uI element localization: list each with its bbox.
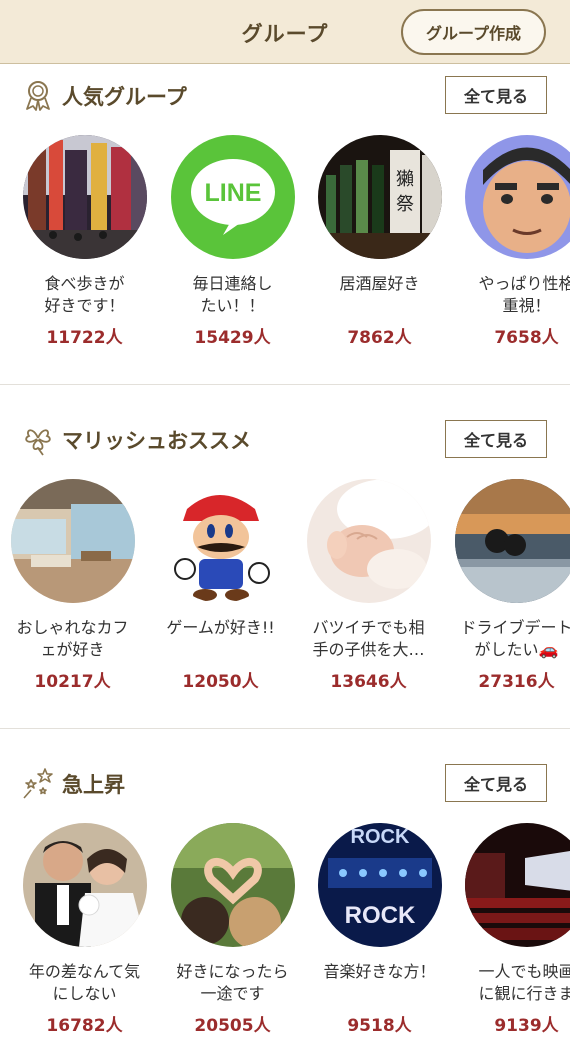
section-header: マリッシュおススメ 全て見る xyxy=(0,414,570,464)
group-name: やっぱり性格 重視！ xyxy=(478,274,570,315)
member-count: 10217人 xyxy=(34,672,111,692)
clover-icon xyxy=(25,429,51,456)
wedding-couple-image xyxy=(22,823,147,947)
member-count: 13646人 xyxy=(330,672,407,692)
cartoon-face-image xyxy=(464,135,570,259)
group-name: 居酒屋好き xyxy=(339,274,420,293)
group-card[interactable]: LINE 毎日連絡し たい！！ 15429人 xyxy=(160,135,305,348)
see-all-button[interactable]: 全て見る xyxy=(445,76,547,114)
section-trending: 急上昇 全て見る 年の差なんて気 にしない 16782人 好きになったら 一途で… xyxy=(0,758,570,1041)
cinema-image xyxy=(464,823,570,947)
section-header: 人気グループ 全て見る xyxy=(0,70,570,120)
group-name: 食べ歩きが 好きです！ xyxy=(44,274,125,315)
group-name: 毎日連絡し たい！！ xyxy=(192,274,273,315)
group-card[interactable]: ゲームが好き!! 12050人 xyxy=(148,479,293,692)
see-all-button[interactable]: 全て見る xyxy=(445,764,547,802)
line-logo-image: LINE xyxy=(170,135,295,259)
cafe-terrace-image xyxy=(10,479,135,603)
city-street-image xyxy=(22,135,147,259)
group-name: 好きになったら 一途です xyxy=(176,962,289,1003)
member-count: 9139人 xyxy=(494,1016,559,1036)
group-card[interactable]: やっぱり性格 重視！ 7658人 xyxy=(454,135,570,348)
group-name: おしゃれなカフ ェが好き xyxy=(16,618,129,659)
group-card[interactable]: 一人でも映画 に観に行きま 9139人 xyxy=(454,823,570,1036)
group-name: 一人でも映画 に観に行きま xyxy=(478,962,570,1003)
app-header: グループ グループ作成 xyxy=(0,0,570,64)
medal-icon xyxy=(26,81,50,111)
svg-text:獺: 獺 xyxy=(396,169,414,190)
member-count: 15429人 xyxy=(194,328,271,348)
group-card[interactable]: 食べ歩きが 好きです！ 11722人 xyxy=(12,135,157,348)
couple-car-image xyxy=(454,479,570,603)
sake-bottles-image: 獺 祭 xyxy=(317,135,442,259)
group-card[interactable]: おしゃれなカフ ェが好き 10217人 xyxy=(0,479,145,692)
section-popular: 人気グループ 全て見る 食べ歩きが 好きです！ 11722人 LINE 毎日連絡… xyxy=(0,70,570,414)
member-count: 16782人 xyxy=(46,1016,123,1036)
member-count: 7862人 xyxy=(347,328,412,348)
svg-text:祭: 祭 xyxy=(396,194,414,215)
section-divider xyxy=(0,384,570,385)
member-count: 12050人 xyxy=(182,672,259,692)
group-name: ドライブデート がしたい🚗 xyxy=(460,618,570,659)
section-recommended: マリッシュおススメ 全て見る おしゃれなカフ ェが好き 10217人 ゲームが好… xyxy=(0,414,570,758)
svg-text:LINE: LINE xyxy=(204,179,261,207)
group-card[interactable]: 好きになったら 一途です 20505人 xyxy=(160,823,305,1036)
member-count: 7658人 xyxy=(494,328,559,348)
sparkle-stars-icon xyxy=(23,768,53,799)
group-card[interactable]: ドライブデート がしたい🚗 27316人 xyxy=(444,479,570,692)
section-title: マリッシュおススメ xyxy=(62,429,251,453)
member-count: 27316人 xyxy=(478,672,555,692)
create-group-button[interactable]: グループ作成 xyxy=(401,9,546,55)
member-count: 9518人 xyxy=(347,1016,412,1036)
section-title: 人気グループ xyxy=(62,85,187,109)
group-card[interactable]: 年の差なんて気 にしない 16782人 xyxy=(12,823,157,1036)
group-card[interactable]: ROCK ROCK 音楽好きな方！ 9518人 xyxy=(307,823,452,1036)
section-header: 急上昇 全て見る xyxy=(0,758,570,808)
svg-text:ROCK: ROCK xyxy=(350,826,409,848)
svg-text:ROCK: ROCK xyxy=(344,902,415,929)
section-title: 急上昇 xyxy=(62,773,125,797)
heart-hands-image xyxy=(170,823,295,947)
group-name: ゲームが好き!! xyxy=(166,618,275,637)
mario-image xyxy=(158,479,283,603)
group-name: 年の差なんて気 にしない xyxy=(28,962,141,1003)
group-name: バツイチでも相 手の子供を大… xyxy=(312,618,425,659)
section-divider xyxy=(0,728,570,729)
member-count: 11722人 xyxy=(46,328,123,348)
see-all-button[interactable]: 全て見る xyxy=(445,420,547,458)
group-card[interactable]: バツイチでも相 手の子供を大… 13646人 xyxy=(296,479,441,692)
group-card[interactable]: 獺 祭 居酒屋好き 7862人 xyxy=(307,135,452,348)
rock-stage-image: ROCK ROCK xyxy=(317,823,442,947)
member-count: 20505人 xyxy=(194,1016,271,1036)
group-name: 音楽好きな方！ xyxy=(323,962,436,981)
baby-hand-image xyxy=(306,479,431,603)
